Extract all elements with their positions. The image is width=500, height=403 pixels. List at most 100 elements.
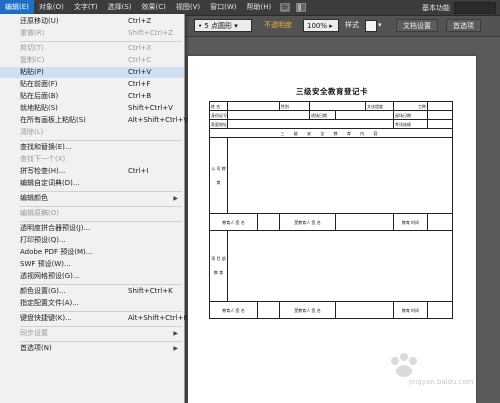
opacity-label[interactable]: 不透明度 [264,19,292,32]
edit-menu-item[interactable]: 颜色设置(G)... Shift+Ctrl+K [0,286,184,297]
edit-menu-item[interactable]: 编辑原稿(O) [0,208,184,219]
bridge-button[interactable]: Br [280,3,291,12]
cell-address-label: 家庭地址 [209,119,228,129]
edit-menu-item[interactable]: 剪切(T) Ctrl+X [0,43,184,54]
sig-educatee-label: 受教育人 签 名 [279,213,336,231]
sig2-educator-value [257,301,280,319]
menu-window[interactable]: 窗口(W) [205,0,241,15]
edit-menu-item[interactable]: 粘贴(P) Ctrl+V [0,67,184,78]
paw-logo-icon [391,353,417,377]
menu-object[interactable]: 对象(O) [34,0,69,15]
menu-item-shortcut: Ctrl+X [128,44,152,52]
edit-menu-item[interactable]: 贴在前面(F) Ctrl+F [0,79,184,90]
menu-effect[interactable]: 效果(C) [137,0,171,15]
menu-type[interactable]: 文字(T) [69,0,103,15]
sig2-educatee-value [335,301,394,319]
menu-item-label: 编辑自定词典(D)... [20,179,80,187]
edit-menu-item[interactable]: 编辑颜色 ▶ [0,193,184,204]
cell-exam-value [427,119,453,129]
document-setup-button[interactable]: 文档设置 [396,19,438,32]
menu-separator [20,221,182,222]
submenu-arrow-icon: ▶ [173,345,178,352]
style-dropdown-arrow-icon[interactable]: ▾ [378,19,382,32]
edit-menu-item[interactable]: 首选项(N) ▶ [0,343,184,354]
edit-menu-item[interactable]: 查找下一个(X) [0,154,184,165]
edit-menu-item[interactable]: 重做(R) Shift+Ctrl+Z [0,28,184,39]
edit-menu-item[interactable]: 在所有画板上粘贴(S) Alt+Shift+Ctrl+V [0,115,188,126]
section-company-label: 公 司 教 育 [209,137,228,214]
cell-name-label: 姓 名 [209,101,228,111]
menu-item-label: 指定配置文件(A)... [20,299,79,307]
menu-item-shortcut: Ctrl+V [128,68,152,76]
menu-item-label: 重做(R) [20,29,45,37]
edit-menu-item[interactable]: 键盘快捷键(K)... Alt+Shift+Ctrl+K [0,313,188,324]
edit-menu-item[interactable]: 就地粘贴(S) Shift+Ctrl+V [0,103,184,114]
menu-help[interactable]: 帮助(H) [242,0,277,15]
arrange-documents-icon[interactable] [296,3,307,12]
edit-menu-item[interactable]: 还原移动(U) Ctrl+Z [0,16,184,27]
menu-item-label: 同步设置 [20,329,48,337]
table-row: 教育人 签 名 受教育人 签 名 教育 时间 [209,301,453,319]
edit-menu-item[interactable]: 同步设置 ▶ [0,328,184,339]
menu-item-shortcut: Alt+Shift+Ctrl+V [128,116,189,124]
menu-item-shortcut: Shift+Ctrl+Z [128,29,173,37]
brush-definition-select[interactable]: • 5 点圆形 ▾ [194,19,252,32]
help-search-input[interactable] [454,1,496,14]
watermark-text: jingyan.baidu.com [409,378,474,386]
document-title: 三级安全教育登记卡 [296,87,368,96]
cell-leave-date-value [427,110,453,120]
opacity-input[interactable]: 100% ▸ [303,19,339,32]
section-project-content [227,230,453,302]
edit-menu-item[interactable]: 贴在后面(B) Ctrl+B [0,91,184,102]
edit-menu-item[interactable]: 查找和替换(E)... [0,142,184,153]
table-row: 家庭地址 考试成绩 [209,119,453,129]
menu-item-label: 复制(C) [20,56,45,64]
edit-menu-item[interactable]: 编辑自定词典(D)... [0,178,184,189]
preferences-button[interactable]: 首选项 [446,19,481,32]
menu-view[interactable]: 视图(V) [171,0,205,15]
baidu-jingyan-watermark: jingyan.baidu.com [385,352,495,397]
menu-item-shortcut: Shift+Ctrl+K [128,287,173,295]
brush-value: 5 点圆形 [204,22,233,30]
cell-gender-label: 性别 [279,101,310,111]
menu-item-label: 清除(L) [20,128,44,136]
table-row: 三 级 安 全 教 育 内 容 [209,128,453,138]
cell-enter-date-label: 进场日期 [309,110,336,120]
section-header: 三 级 安 全 教 育 内 容 [209,128,453,138]
edit-menu-item[interactable]: 透明度拼合器预设(J)... [0,223,184,234]
menu-item-label: 粘贴(P) [20,68,44,76]
sig2-educatee-label: 受教育人 签 名 [279,301,336,319]
edit-menu-item[interactable]: 打印预设(Q)... [0,235,184,246]
edit-menu-item[interactable]: 透视网格预设(G)... [0,271,184,282]
edit-menu-item[interactable]: Adobe PDF 预设(M)... [0,247,184,258]
graphic-style-swatch[interactable] [365,20,377,32]
submenu-arrow-icon: ▶ [173,330,178,337]
edit-menu-item[interactable]: 清除(L) [0,127,184,138]
menu-item-label: 就地粘贴(S) [20,104,58,112]
edit-menu-item[interactable]: SWF 预设(W)... [0,259,184,270]
menu-item-label: 查找和替换(E)... [20,143,72,151]
menu-separator [20,206,182,207]
edit-menu-item[interactable]: 复制(C) Ctrl+C [0,55,184,66]
menu-separator [20,284,182,285]
edit-menu-item[interactable]: 指定配置文件(A)... [0,298,184,309]
menu-select[interactable]: 选择(S) [103,0,137,15]
section-project-label: 项 目 部 教 育 [209,230,228,302]
opacity-value: 100% [307,22,328,30]
menu-item-label: 键盘快捷键(K)... [20,314,72,322]
menu-edit[interactable]: 编辑(E) [0,0,34,15]
sig2-time-value [427,301,453,319]
menu-item-label: 首选项(N) [20,344,52,352]
table-row: 教育人 签 名 受教育人 签 名 教育 时间 [209,213,453,231]
menu-item-label: 剪切(T) [20,44,44,52]
sig2-time-label: 教育 时间 [393,301,428,319]
cell-name-value [227,101,280,111]
workspace-switcher[interactable]: 基本功能 [422,3,450,13]
cell-job-value [427,101,453,111]
edit-menu-item[interactable]: 拼写检查(H)... Ctrl+I [0,166,184,177]
table-row: 身份证号码 进场日期 退场日期 [209,110,453,120]
cell-enter-date-value [335,110,394,120]
menu-item-shortcut: Ctrl+I [128,167,149,175]
cell-gender-value [309,101,366,111]
sig-educator-label: 教育人 签 名 [209,213,258,231]
